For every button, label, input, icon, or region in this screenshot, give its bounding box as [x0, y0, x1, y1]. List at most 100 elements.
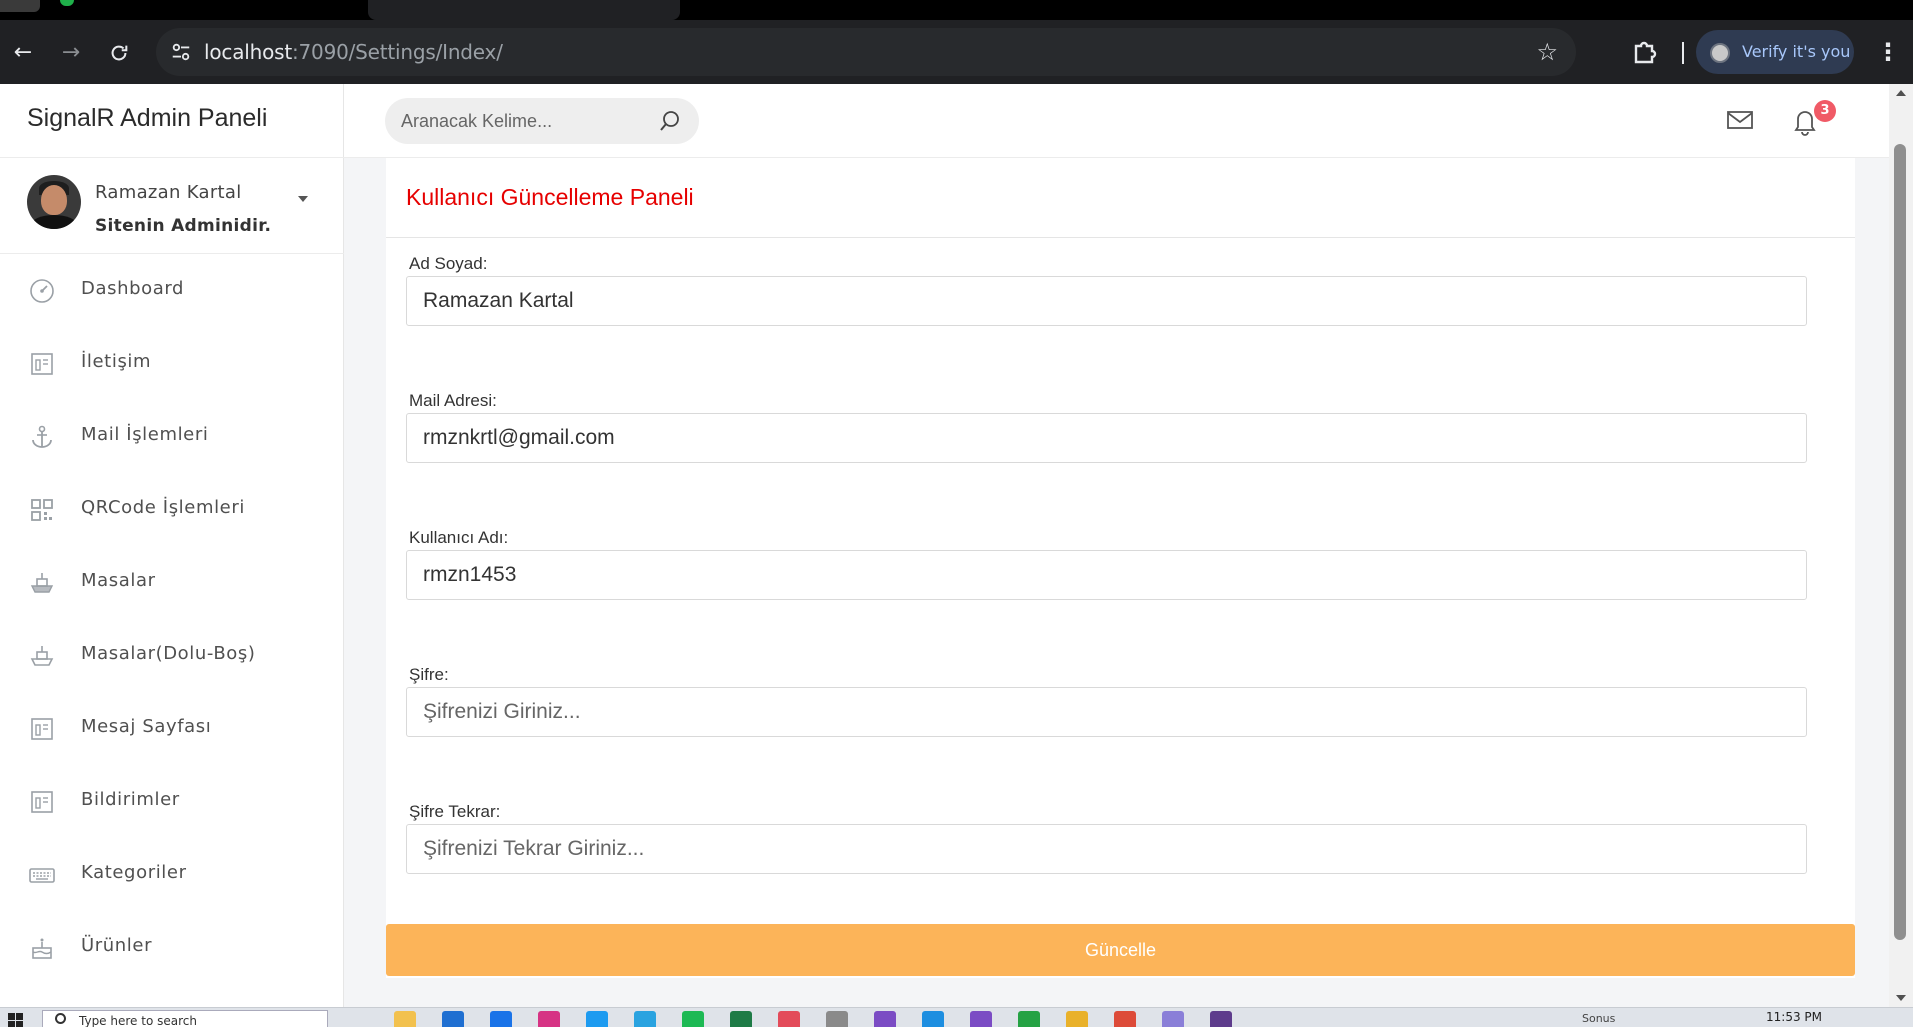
fullname-label: Ad Soyad:: [409, 254, 488, 273]
scroll-down-arrow-icon[interactable]: [1896, 995, 1906, 1001]
anchor-icon: [32, 425, 52, 448]
reload-icon[interactable]: [104, 38, 134, 68]
browser-toolbar: ← → localhost:7090/Settings/Index/ ☆ Ver…: [0, 20, 1913, 84]
brand[interactable]: SignalR Admin Paneli: [0, 84, 344, 158]
username-label: Kullanıcı Adı:: [409, 528, 509, 547]
site-info-icon[interactable]: [170, 41, 192, 63]
search-bar[interactable]: [385, 98, 699, 144]
tab-indicator: [60, 0, 74, 6]
scrollbar-thumb[interactable]: [1894, 144, 1906, 940]
notification-badge: 3: [1814, 100, 1836, 122]
address-bar[interactable]: localhost:7090/Settings/Index/ ☆: [156, 28, 1576, 76]
vscode-icon[interactable]: [922, 1011, 944, 1027]
tor-icon[interactable]: [1162, 1011, 1184, 1027]
sidebar-item-label: Masalar(Dolu-Boş): [81, 643, 256, 664]
browser-tabstrip: [0, 0, 1913, 20]
app-icon[interactable]: [1066, 1011, 1088, 1027]
tab-strip-menu[interactable]: [0, 0, 40, 12]
sidebar-item-iletisim[interactable]: İletişim: [0, 327, 344, 400]
opera-icon[interactable]: [778, 1011, 800, 1027]
password-confirm-field[interactable]: [406, 824, 1807, 874]
app-icon[interactable]: [490, 1011, 512, 1027]
sidebar-item-qrcode-islemleri[interactable]: QRCode İşlemleri: [0, 473, 344, 546]
telegram-icon[interactable]: [634, 1011, 656, 1027]
url-text[interactable]: localhost:7090/Settings/Index/: [204, 40, 503, 64]
app-icon[interactable]: [1210, 1011, 1232, 1027]
app-icon[interactable]: [826, 1011, 848, 1027]
sidebar-item-urunler[interactable]: Ürünler: [0, 911, 344, 984]
visual-studio-icon[interactable]: [874, 1011, 896, 1027]
taskbar-search-text: Type here to search: [79, 1014, 197, 1027]
sidebar: SignalR Admin Paneli Ramazan Kartal Site…: [0, 84, 344, 1007]
profile-button[interactable]: Verify it's you: [1696, 30, 1854, 74]
password-confirm-label: Şifre Tekrar:: [409, 802, 501, 821]
bookmark-star-icon[interactable]: ☆: [1536, 38, 1558, 66]
back-arrow-icon[interactable]: ←: [8, 38, 38, 68]
page-scrollbar[interactable]: [1889, 84, 1913, 1007]
ship-icon: [30, 573, 54, 593]
sidebar-menu: Dashboard İletişim Mail İşlemleri QRCode…: [0, 254, 344, 984]
visual-studio-icon[interactable]: [970, 1011, 992, 1027]
scroll-up-arrow-icon[interactable]: [1896, 90, 1906, 96]
page-title: Kullanıcı Güncelleme Paneli: [406, 184, 694, 210]
sidebar-item-label: Ürünler: [81, 935, 153, 956]
ship-outline-icon: [30, 646, 54, 666]
email-label: Mail Adresi:: [409, 391, 497, 410]
store-icon[interactable]: [442, 1011, 464, 1027]
mail-icon[interactable]: [1726, 109, 1754, 131]
browser-menu-icon[interactable]: ⋮: [1876, 38, 1900, 66]
user-name: Ramazan Kartal: [95, 182, 242, 203]
profile-avatar: [1710, 43, 1730, 63]
sidebar-item-masalar[interactable]: Masalar: [0, 546, 344, 619]
username-field[interactable]: [406, 550, 1807, 600]
keyboard-icon: [29, 868, 55, 883]
avatar: [27, 175, 81, 229]
update-button[interactable]: Güncelle: [386, 924, 1855, 976]
caret-down-icon[interactable]: [298, 196, 308, 202]
spotify-icon[interactable]: [682, 1011, 704, 1027]
contact-card-icon: [31, 718, 53, 740]
search-icon: [55, 1013, 66, 1024]
sidebar-item-label: Mail İşlemleri: [81, 424, 209, 445]
sidebar-item-label: Kategoriler: [81, 862, 187, 883]
cake-icon: [32, 938, 52, 959]
sidebar-item-kategoriler[interactable]: Kategoriler: [0, 838, 344, 911]
file-explorer-icon[interactable]: [394, 1011, 416, 1027]
chrome-icon[interactable]: [1114, 1011, 1136, 1027]
taskbar-clock[interactable]: 11:53 PM: [1766, 1010, 1822, 1024]
fullname-field[interactable]: [406, 276, 1807, 326]
sidebar-item-mail-islemleri[interactable]: Mail İşlemleri: [0, 400, 344, 473]
contact-card-icon: [31, 791, 53, 813]
search-input[interactable]: [401, 109, 641, 133]
sidebar-item-label: Mesaj Sayfası: [81, 716, 212, 737]
search-icon[interactable]: [657, 108, 683, 134]
whatsapp-icon[interactable]: [1018, 1011, 1040, 1027]
windows-start-icon[interactable]: [8, 1013, 24, 1027]
sidebar-item-label: İletişim: [81, 351, 152, 372]
user-role: Sitenin Adminidir.: [95, 216, 272, 236]
password-field[interactable]: [406, 687, 1807, 737]
instagram-icon[interactable]: [538, 1011, 560, 1027]
user-update-card: Kullanıcı Güncelleme Paneli Ad Soyad: Ma…: [386, 158, 1855, 978]
sidebar-item-mesaj-sayfasi[interactable]: Mesaj Sayfası: [0, 692, 344, 765]
sidebar-item-label: Dashboard: [81, 278, 185, 299]
qrcode-icon: [31, 499, 53, 521]
excel-icon[interactable]: [730, 1011, 752, 1027]
brand-title[interactable]: SignalR Admin Paneli: [27, 104, 267, 133]
os-taskbar: Type here to search Sonus 11:53 PM: [0, 1007, 1913, 1027]
browser-active-tab[interactable]: [368, 0, 680, 20]
twitter-icon[interactable]: [586, 1011, 608, 1027]
taskbar-search[interactable]: Type here to search: [42, 1010, 328, 1027]
user-profile[interactable]: Ramazan Kartal Sitenin Adminidir.: [0, 158, 344, 254]
speedometer-icon: [30, 279, 54, 303]
extensions-puzzle-icon[interactable]: [1628, 36, 1660, 68]
sidebar-item-masalar-dolu-bos[interactable]: Masalar(Dolu-Boş): [0, 619, 344, 692]
page: SignalR Admin Paneli Ramazan Kartal Site…: [0, 84, 1913, 1007]
profile-label: Verify it's you: [1742, 42, 1851, 61]
email-field[interactable]: [406, 413, 1807, 463]
forward-arrow-icon[interactable]: →: [56, 38, 86, 68]
tray-app-label: Sonus: [1582, 1012, 1616, 1025]
sidebar-item-dashboard[interactable]: Dashboard: [0, 254, 344, 327]
sidebar-item-bildirimler[interactable]: Bildirimler: [0, 765, 344, 838]
sidebar-item-label: Masalar: [81, 570, 156, 591]
